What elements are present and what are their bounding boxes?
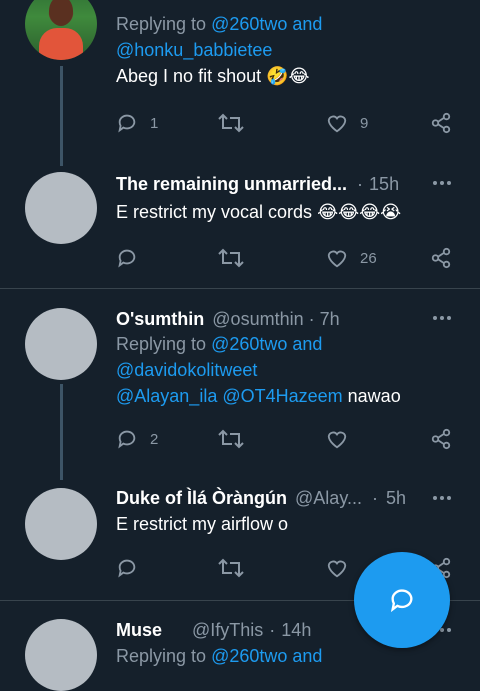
user-handle[interactable]: @IfyThis <box>192 620 263 641</box>
tweet-header: Muse @IfyThis · 14h <box>116 618 311 642</box>
timestamp[interactable]: 15h <box>369 174 399 195</box>
mention-link[interactable]: @Alayan_ila @OT4Hazeem <box>116 386 343 406</box>
timestamp[interactable]: 5h <box>386 488 406 509</box>
heart-icon <box>327 560 347 578</box>
user-handle[interactable]: @osumthin <box>212 309 303 330</box>
reply-icon <box>118 114 136 133</box>
share-button[interactable] <box>430 426 452 452</box>
reply-prefix: Replying to <box>116 646 207 666</box>
separator-dot: · <box>357 173 364 194</box>
tweet-text: @Alayan_ila @OT4Hazeem nawao <box>116 386 401 407</box>
heart-icon <box>327 431 347 449</box>
display-name[interactable]: O'sumthin <box>116 309 204 330</box>
retweet-button[interactable] <box>218 245 244 271</box>
separator-dot: · <box>269 619 276 640</box>
more-icon <box>433 496 437 500</box>
more-button[interactable] <box>430 178 454 188</box>
reply-count: 1 <box>150 114 159 132</box>
share-button[interactable] <box>430 110 452 136</box>
mention-link[interactable]: @260two and <box>211 14 322 34</box>
like-button[interactable] <box>326 555 348 581</box>
reply-button[interactable] <box>116 555 138 581</box>
more-icon <box>433 316 437 320</box>
timestamp[interactable]: 7h <box>320 309 340 330</box>
tweet-text: E restrict my airflow o <box>116 514 289 534</box>
share-icon <box>431 428 451 450</box>
reply-prefix: Replying to <box>116 334 207 354</box>
tweet-actions: 1 9 <box>116 110 456 136</box>
mention-link[interactable]: @davidokolitweet <box>116 360 257 381</box>
reply-context: Replying to @260two and <box>116 334 322 355</box>
reply-button[interactable]: 2 <box>116 426 158 452</box>
user-handle[interactable]: @Alay... <box>295 488 362 509</box>
share-icon <box>431 112 451 134</box>
compose-reply-icon <box>390 589 413 613</box>
avatar[interactable] <box>25 488 97 560</box>
reply-context: Replying to @260two and <box>116 646 322 667</box>
tweet-text: Abeg I no fit shout 🤣😂 <box>116 66 310 87</box>
reply-icon <box>118 559 136 578</box>
more-icon <box>433 181 437 185</box>
retweet-icon <box>218 558 244 578</box>
display-name[interactable]: Muse <box>116 620 162 641</box>
separator-dot: · <box>308 308 315 329</box>
like-button[interactable]: 9 <box>326 110 368 136</box>
retweet-icon <box>218 113 244 133</box>
tweet-header: The remaining unmarried... · 15h <box>116 172 399 196</box>
heart-icon <box>327 115 347 133</box>
compose-reply-button[interactable] <box>354 552 450 648</box>
reply-button[interactable]: 1 <box>116 110 158 136</box>
tweet-text-body: E restrict my vocal cords <box>116 202 313 222</box>
retweet-icon <box>218 429 244 449</box>
thread-line <box>60 384 63 480</box>
display-name[interactable]: Duke of Ìlá Òràngún <box>116 488 287 509</box>
retweet-button[interactable] <box>218 426 244 452</box>
tweet-emojis: 🤣😂 <box>266 66 310 87</box>
more-button[interactable] <box>430 313 454 323</box>
share-icon <box>431 247 451 269</box>
avatar[interactable] <box>25 619 97 691</box>
retweet-icon <box>218 248 244 268</box>
like-button[interactable]: 26 <box>326 245 377 271</box>
avatar[interactable] <box>25 0 97 60</box>
tweet-text-body: Abeg I no fit shout <box>116 66 262 86</box>
share-button[interactable] <box>430 245 452 271</box>
tweet-emojis: 😂😂😂😭 <box>317 202 402 223</box>
avatar[interactable] <box>25 172 97 244</box>
reply-count: 2 <box>150 430 159 448</box>
like-count: 9 <box>360 114 369 132</box>
reply-icon <box>118 430 136 449</box>
reply-context: Replying to @260two and <box>116 14 322 35</box>
retweet-button[interactable] <box>218 110 244 136</box>
tweet-header: O'sumthin @osumthin · 7h <box>116 307 340 331</box>
thread-line <box>60 66 63 166</box>
avatar[interactable] <box>25 308 97 380</box>
like-button[interactable] <box>326 426 348 452</box>
tweet-header: Duke of Ìlá Òràngún @Alay... · 5h <box>116 486 406 510</box>
divider <box>0 288 480 289</box>
more-button[interactable] <box>430 493 454 503</box>
mention-link[interactable]: @260two and <box>211 334 322 354</box>
separator-dot: · <box>372 487 378 508</box>
reply-button[interactable] <box>116 245 138 271</box>
like-count: 26 <box>360 249 377 267</box>
mention-link[interactable]: @260two and <box>211 646 322 666</box>
reply-prefix: Replying to <box>116 14 207 34</box>
display-name[interactable]: The remaining unmarried... <box>116 174 347 195</box>
tweet-actions: 2 <box>116 426 456 452</box>
tweet-text-body: nawao <box>347 386 401 406</box>
timestamp[interactable]: 14h <box>281 620 311 641</box>
reply-icon <box>118 249 136 268</box>
retweet-button[interactable] <box>218 555 244 581</box>
heart-icon <box>327 250 347 268</box>
mention-link[interactable]: @honku_babbietee <box>116 40 272 61</box>
tweet-actions: 26 <box>116 245 456 271</box>
tweet-text: E restrict my vocal cords 😂😂😂😭 <box>116 202 401 223</box>
